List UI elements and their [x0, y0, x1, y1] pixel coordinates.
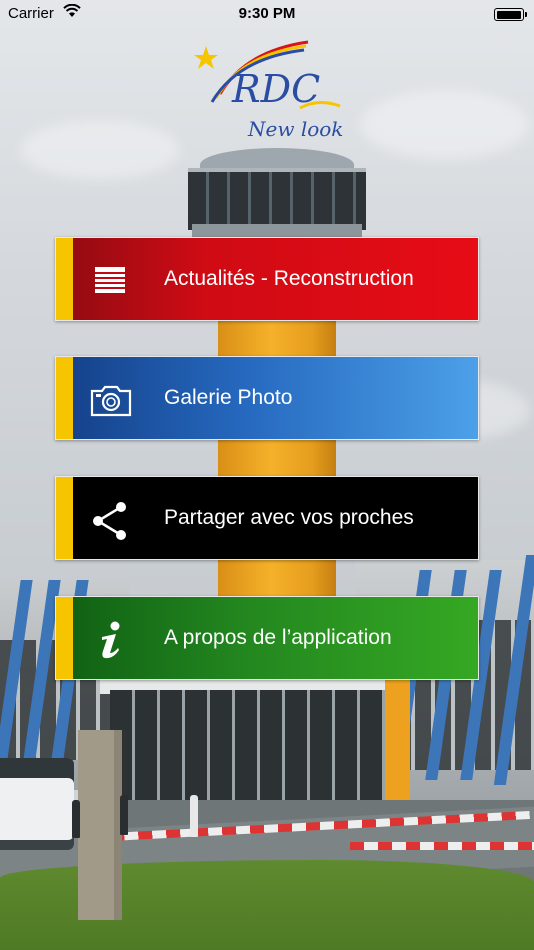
- clock: 9:30 PM: [238, 5, 296, 22]
- list-icon: [95, 267, 125, 293]
- share-icon: [93, 502, 126, 540]
- info-icon: [102, 621, 120, 659]
- accent-stripe: [56, 238, 73, 320]
- news-reconstruction-label: Actualités - Reconstruction: [164, 267, 414, 290]
- share-label: Partager avec vos proches: [164, 506, 414, 529]
- share-button[interactable]: Partager avec vos proches: [55, 476, 479, 560]
- about-app-button[interactable]: A propos de l’application: [55, 596, 479, 680]
- about-app-label: A propos de l’application: [164, 626, 392, 649]
- accent-stripe: [56, 597, 73, 679]
- status-bar: Carrier 9:30 PM: [0, 0, 534, 30]
- accent-stripe: [56, 357, 73, 439]
- news-reconstruction-button[interactable]: Actualités - Reconstruction: [55, 237, 479, 321]
- rdc-logo: RDC New look: [194, 40, 343, 141]
- logo-tagline: New look: [247, 117, 343, 141]
- star-icon: [194, 46, 218, 69]
- photo-gallery-label: Galerie Photo: [164, 386, 293, 409]
- accent-stripe: [56, 477, 73, 559]
- camera-icon: [90, 385, 132, 417]
- battery-icon: [494, 8, 524, 21]
- photo-gallery-button[interactable]: Galerie Photo: [55, 356, 479, 440]
- battery-tip: [525, 12, 527, 17]
